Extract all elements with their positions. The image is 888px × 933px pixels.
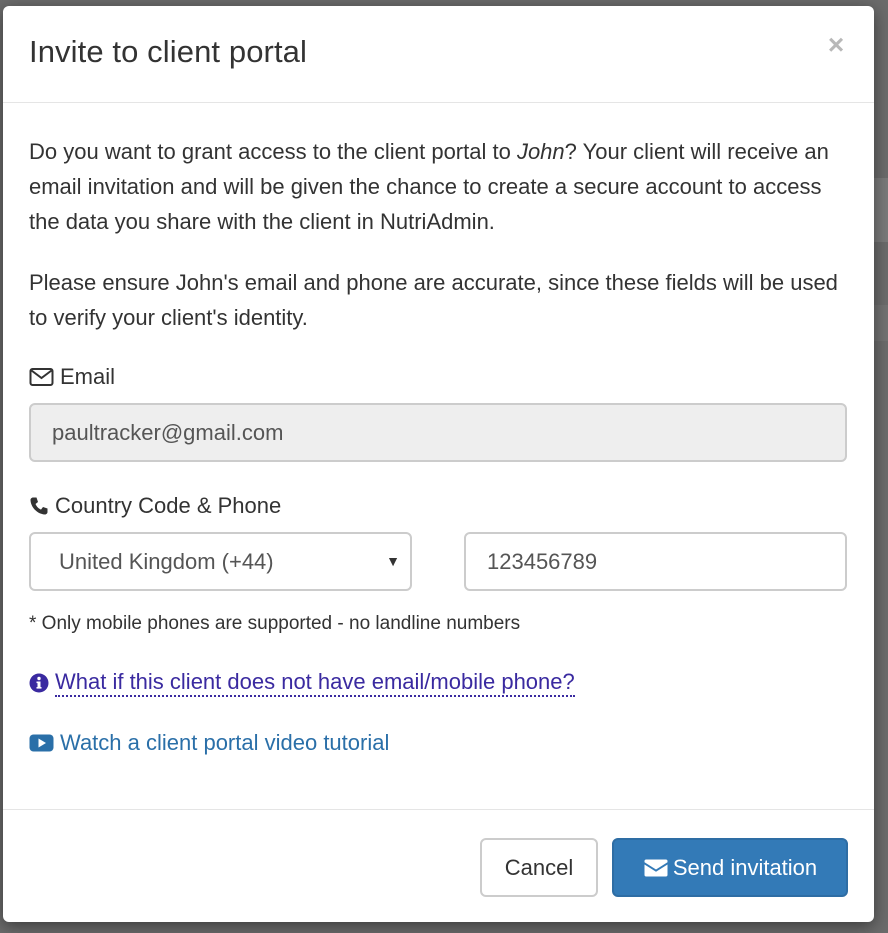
close-button[interactable]: × [824,30,848,60]
send-invitation-label: Send invitation [672,855,818,880]
phone-icon [30,497,48,515]
client-name: John [516,139,565,164]
no-email-phone-help-link[interactable]: What if this client does not have email/… [29,669,575,697]
envelope-icon [29,368,54,386]
invite-modal: Invite to client portal × Do you want to… [3,6,874,922]
modal-body: Do you want to grant access to the clien… [29,134,851,755]
send-invitation-button[interactable]: Send invitation [612,838,848,897]
envelope-icon [644,859,668,876]
email-label-text: Email [60,364,116,389]
ensure-text: Please ensure John's email and phone are… [29,270,838,330]
phone-label: Country Code & Phone [29,493,281,519]
country-code-value: United Kingdom (+44) [59,549,274,574]
email-label: Email [29,364,115,390]
background-content [872,178,888,242]
video-link-text: Watch a client portal video tutorial [60,730,390,755]
country-code-select[interactable]: United Kingdom (+44) ▼ [29,532,412,591]
modal-header: Invite to client portal × [3,6,874,103]
background-content [872,305,888,341]
phone-number-field[interactable]: 123456789 [464,532,847,591]
modal-footer: Cancel Send invitation [3,809,874,922]
youtube-play-icon [29,734,54,752]
email-field[interactable]: paultracker@gmail.com [29,403,847,462]
help-link-text: What if this client does not have email/… [55,669,575,697]
modal-title: Invite to client portal [29,34,307,69]
video-tutorial-link[interactable]: Watch a client portal video tutorial [29,730,389,756]
intro-text-start: Do you want to grant access to the clien… [29,139,517,164]
intro-text: Do you want to grant access to the clien… [29,134,851,239]
cancel-button[interactable]: Cancel [480,838,598,897]
phone-hint: * Only mobile phones are supported - no … [29,613,521,634]
caret-down-icon: ▼ [386,553,400,569]
info-circle-icon [29,673,49,693]
phone-label-text: Country Code & Phone [55,493,282,518]
